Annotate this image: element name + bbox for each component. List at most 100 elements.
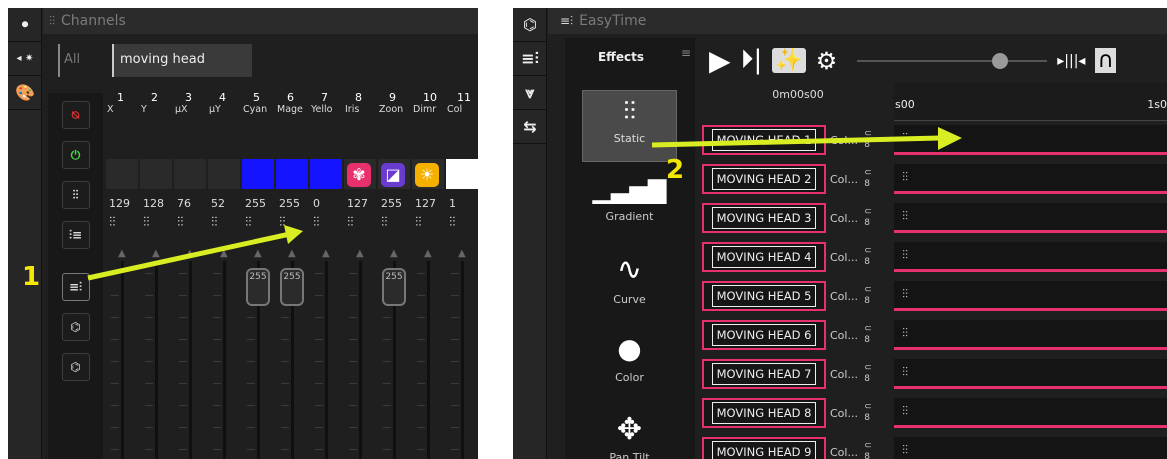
preset-icon[interactable]: ⫶⫶ (109, 215, 116, 230)
volume-icon[interactable]: ▸|||◂ (1057, 53, 1085, 69)
preset-icon[interactable]: ⫶⫶ (211, 215, 218, 230)
palette-icon[interactable]: 🎨 (8, 76, 42, 110)
tab-all[interactable]: All (58, 44, 88, 77)
static-icon[interactable]: ⫶⫶ (61, 181, 90, 209)
tab-moving-head[interactable]: moving head (112, 44, 252, 77)
timeline-track[interactable]: ⫶⫶ (894, 320, 1167, 350)
fader-tick (247, 361, 255, 362)
fixture-row[interactable]: MOVING HEAD 5 Col... ⊂ 8 (702, 279, 878, 313)
fader-track[interactable] (223, 261, 226, 459)
timeline-track[interactable]: ⫶⫶ (894, 125, 1167, 155)
effect-curve[interactable]: ∿ Curve (582, 252, 677, 306)
preset-icon[interactable]: ⫶⫶ (449, 215, 456, 230)
fader-track[interactable] (155, 261, 158, 459)
color-swatch[interactable] (446, 159, 478, 189)
easystep-icon[interactable]: ⌬ (61, 313, 90, 341)
gear-icon[interactable]: ⚙ (816, 47, 838, 75)
fixture-name-box[interactable]: MOVING HEAD 4 (702, 242, 826, 272)
color-swatch[interactable] (310, 159, 342, 189)
fader-track[interactable] (189, 261, 192, 459)
color-swatch[interactable] (242, 159, 274, 189)
preset-icon[interactable]: ⫶⫶ (313, 215, 320, 230)
swap-icon[interactable]: ⇆ (513, 110, 547, 144)
fixture-name-box[interactable]: MOVING HEAD 6 (702, 320, 826, 350)
fader-tick (281, 339, 289, 340)
fader-track[interactable] (461, 261, 464, 459)
preset-icon[interactable]: ⫶⫶ (143, 215, 150, 230)
channel-name: Mage (277, 104, 303, 115)
channel-number: 11 (457, 91, 471, 104)
play-from-icon[interactable]: ⏵| (741, 45, 763, 76)
link-icon[interactable]: ⊂ 8 (858, 164, 878, 194)
fader-track[interactable] (325, 261, 328, 459)
beam-icon[interactable]: ⩔ (513, 76, 547, 110)
fixture-name-box[interactable]: MOVING HEAD 1 (702, 125, 826, 155)
timeline-track[interactable]: ⫶⫶ (894, 164, 1167, 194)
fixture-row[interactable]: MOVING HEAD 1 Col... ⊂ 8 (702, 123, 878, 157)
fixture-name-box[interactable]: MOVING HEAD 7 (702, 359, 826, 389)
fixture-row[interactable]: MOVING HEAD 6 Col... ⊂ 8 (702, 318, 878, 352)
preset-icon[interactable]: ⫶⫶ (415, 215, 422, 230)
menu-icon[interactable]: ≡ (681, 46, 691, 60)
preset-icon[interactable]: ⫶⫶ (245, 215, 252, 230)
timeline-track[interactable]: ⫶⫶ (894, 398, 1167, 428)
fixture-row[interactable]: MOVING HEAD 9 Col... ⊂ 8 (702, 435, 878, 459)
fader-knob[interactable]: 255 (382, 268, 406, 306)
channels-mode-icon[interactable]: ꔷ (8, 8, 42, 42)
fixture-name-box[interactable]: MOVING HEAD 3 (702, 203, 826, 233)
timeline-track[interactable]: ⫶⫶ (894, 359, 1167, 389)
easytime-mode-icon[interactable]: ≡⫶ (513, 42, 547, 76)
timeline-track[interactable]: ⫶⫶ (894, 203, 1167, 233)
link-icon[interactable]: ⊂ 8 (858, 242, 878, 272)
easytime-icon[interactable]: ≡⫶ (61, 273, 90, 301)
timeline-ruler[interactable]: s00 1s0 (894, 83, 1167, 121)
preset-icon[interactable]: ⫶⫶ (177, 215, 184, 230)
preset-icon[interactable]: ⫶⫶ (347, 215, 354, 230)
fixture-row[interactable]: MOVING HEAD 3 Col... ⊂ 8 (702, 201, 878, 235)
fader-track[interactable] (427, 261, 430, 459)
preset-icon[interactable]: ⫶⫶ (381, 215, 388, 230)
effect-gradient[interactable]: ▁▃▅▇ Gradient (582, 176, 677, 223)
fader-knob[interactable]: 255 (246, 268, 270, 306)
fixture-row[interactable]: MOVING HEAD 8 Col... ⊂ 8 (702, 396, 878, 430)
fixture-name-box[interactable]: MOVING HEAD 8 (702, 398, 826, 428)
link-icon[interactable]: ⊂ 8 (858, 320, 878, 350)
link-icon[interactable]: ⊂ 8 (858, 281, 878, 311)
gradient-icon: ▁▃▅▇ (592, 176, 667, 204)
link-icon[interactable]: ⊂ 8 (858, 125, 878, 155)
effect-pan-tilt[interactable]: ✥ Pan Tilt (582, 412, 677, 459)
link-icon[interactable]: ⊂ 8 (858, 203, 878, 233)
reset-icon[interactable]: ⍉ (61, 101, 90, 129)
power-icon[interactable]: ⏻ (61, 141, 90, 169)
effect-color[interactable]: ● Color (582, 332, 677, 384)
preset-icon[interactable]: ⫶⫶ (279, 215, 286, 230)
fader-track[interactable] (121, 261, 124, 459)
link-icon[interactable]: ⊂ 8 (858, 398, 878, 428)
effects-mode-icon[interactable]: ◂ ✷ (8, 42, 42, 76)
easystep-mode-icon[interactable]: ⌬ (513, 8, 547, 42)
magic-wand-icon[interactable]: ✨ (772, 48, 806, 73)
fixture-name-box[interactable]: MOVING HEAD 5 (702, 281, 826, 311)
link-icon[interactable]: ⊂ 8 (858, 359, 878, 389)
effect-static[interactable]: ⫶⫶ Static (582, 90, 677, 162)
fader-knob[interactable]: 255 (280, 268, 304, 306)
sequence-icon[interactable]: ⫶≡ (61, 221, 90, 249)
timeline-track[interactable]: ⫶⫶ (894, 242, 1167, 272)
timeline-track[interactable]: ⫶⫶ (894, 281, 1167, 311)
headphones-icon[interactable]: ∩ (1095, 48, 1116, 73)
fixture-channel: Col... (830, 445, 858, 459)
fixture-row[interactable]: MOVING HEAD 2 Col... ⊂ 8 (702, 162, 878, 196)
fixture-row[interactable]: MOVING HEAD 4 Col... ⊂ 8 (702, 240, 878, 274)
fixture-row[interactable]: MOVING HEAD 7 Col... ⊂ 8 (702, 357, 878, 391)
fader-tick (281, 427, 289, 428)
fixture-name-box[interactable]: MOVING HEAD 9 (702, 437, 826, 459)
color-swatch[interactable] (276, 159, 308, 189)
fixture-name-box[interactable]: MOVING HEAD 2 (702, 164, 826, 194)
speed-slider[interactable] (857, 52, 1048, 69)
timeline-track[interactable]: ⫶⫶ (894, 437, 1167, 459)
fader-track[interactable] (359, 261, 362, 459)
play-icon[interactable]: ▶ (709, 44, 731, 77)
easyshow-icon[interactable]: ⌬ (61, 353, 90, 381)
slider-knob[interactable] (992, 52, 1009, 69)
link-icon[interactable]: ⊂ 8 (858, 437, 878, 459)
